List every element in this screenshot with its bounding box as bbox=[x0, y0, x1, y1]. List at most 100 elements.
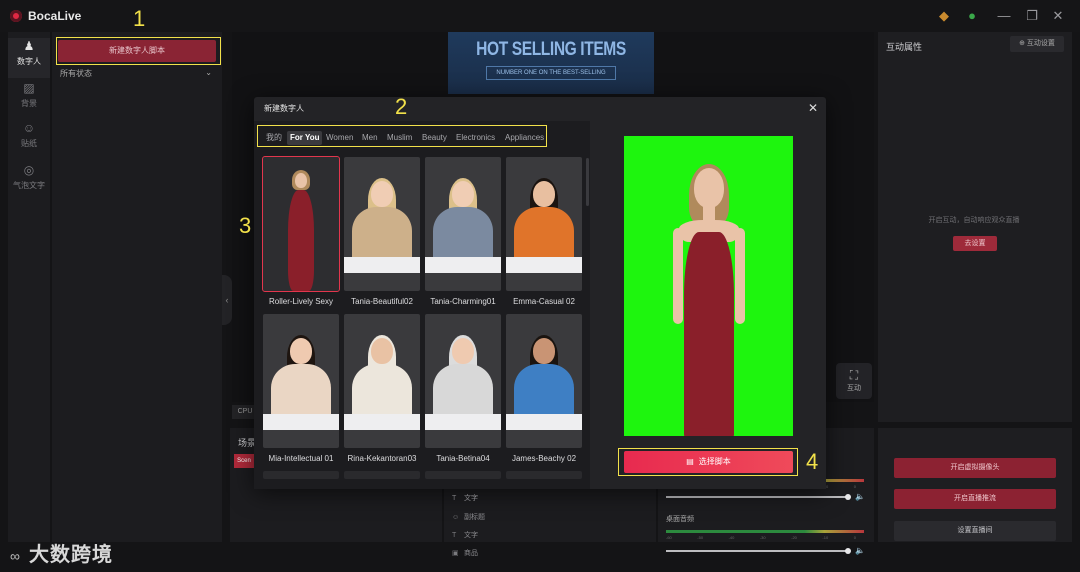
slider-knob[interactable] bbox=[845, 494, 851, 500]
avatar-head bbox=[371, 181, 393, 207]
logo-icon: ∞ bbox=[10, 548, 21, 564]
app-title: BocaLive bbox=[28, 9, 82, 23]
virtual-camera-button[interactable]: 开启虚拟摄像头 bbox=[894, 458, 1056, 478]
annotation-number-3: 3 bbox=[239, 213, 252, 238]
avatar-card[interactable] bbox=[425, 471, 501, 479]
interaction-button[interactable]: ⛶ 互动 bbox=[836, 363, 872, 399]
live-room-settings-button[interactable]: 设置直播间 bbox=[894, 521, 1056, 541]
avatar-desk bbox=[425, 257, 501, 273]
collapse-panel-handle[interactable]: ‹ bbox=[222, 275, 232, 325]
layer-item[interactable]: T 文字 bbox=[452, 530, 478, 540]
preview-dress bbox=[683, 232, 734, 436]
layer-item-label: 文字 bbox=[464, 495, 478, 502]
go-settings-button[interactable]: 去设置 bbox=[953, 236, 997, 251]
tab-for-you[interactable]: For You bbox=[287, 131, 323, 145]
status-filter-label: 所有状态 bbox=[60, 69, 92, 78]
layer-item[interactable]: ▣ 商品 bbox=[452, 548, 478, 558]
tab-electronics[interactable]: Electronics bbox=[453, 131, 498, 145]
avatar-card[interactable] bbox=[506, 157, 582, 291]
sticker-icon: ☺ bbox=[22, 121, 36, 135]
avatar-card[interactable] bbox=[263, 314, 339, 448]
avatar-card[interactable] bbox=[262, 156, 340, 292]
gem-icon[interactable]: ◆ bbox=[936, 8, 952, 24]
layer-item-label: 商品 bbox=[464, 550, 478, 557]
close-icon[interactable]: ✕ bbox=[806, 101, 820, 115]
avatar-card[interactable] bbox=[506, 314, 582, 448]
restore-icon[interactable]: ❐ bbox=[1024, 8, 1040, 24]
person-icon: ♟ bbox=[23, 39, 35, 53]
avatar-card[interactable] bbox=[344, 314, 420, 448]
avatar-desk bbox=[344, 257, 420, 273]
slider-knob[interactable] bbox=[845, 548, 851, 554]
desktop-volume-slider[interactable] bbox=[666, 548, 851, 554]
avatar-head bbox=[295, 173, 307, 188]
annotation-number-4: 4 bbox=[806, 449, 819, 474]
volume-slider[interactable] bbox=[666, 494, 851, 500]
avatar-desk bbox=[344, 414, 420, 430]
watermark-text: 大数跨境 bbox=[28, 544, 113, 566]
rail-item-1[interactable]: ▨ 背景 bbox=[8, 80, 50, 120]
avatar-name: Tania-Beautiful02 bbox=[351, 297, 413, 306]
close-icon[interactable]: ✕ bbox=[1050, 8, 1066, 24]
tab-men[interactable]: Men bbox=[359, 131, 381, 145]
tab-muslim[interactable]: Muslim bbox=[384, 131, 415, 145]
rail-item-label: 气泡文字 bbox=[13, 181, 45, 190]
expand-icon: ⛶ bbox=[849, 368, 859, 382]
status-filter-dropdown[interactable]: 所有状态 ⌄ bbox=[60, 68, 216, 82]
meter-tick: 0 bbox=[853, 484, 856, 489]
interaction-settings-label: 互动设置 bbox=[1026, 40, 1055, 47]
avatar-card[interactable] bbox=[344, 471, 420, 479]
banner-title: HOT SELLING ITEMS bbox=[476, 39, 626, 60]
bubble-icon: ◎ bbox=[23, 163, 35, 177]
minimize-icon[interactable]: — bbox=[996, 8, 1012, 24]
tab-appliances[interactable]: Appliances bbox=[502, 131, 547, 145]
scrollbar[interactable] bbox=[586, 158, 589, 206]
avatar-card[interactable] bbox=[425, 314, 501, 448]
preview-arm-right bbox=[734, 228, 745, 324]
layer-item[interactable]: ☺ 副标题 bbox=[452, 512, 485, 522]
volume-icon[interactable]: 🔈 bbox=[855, 492, 865, 501]
dialog-title: 新建数字人 bbox=[264, 104, 304, 113]
avatar-card[interactable] bbox=[425, 157, 501, 291]
rail-item-3[interactable]: ◎ 气泡文字 bbox=[8, 162, 50, 202]
avatar-head bbox=[452, 181, 474, 207]
start-stream-button[interactable]: 开启直播推流 bbox=[894, 489, 1056, 509]
volume-icon[interactable]: 🔈 bbox=[855, 546, 865, 555]
desktop-audio-meter bbox=[666, 530, 864, 533]
scene-chip[interactable]: Scen bbox=[234, 454, 254, 468]
avatar-desk bbox=[506, 257, 582, 273]
rail-item-2[interactable]: ☺ 贴纸 bbox=[8, 120, 50, 160]
avatar-desk bbox=[263, 414, 339, 430]
avatar-head bbox=[452, 338, 474, 364]
tab-我的[interactable]: 我的 bbox=[263, 131, 285, 145]
rail-item-0[interactable]: ♟ 数字人 bbox=[8, 38, 50, 78]
interaction-settings-button[interactable]: ⊕ 互动设置 bbox=[1010, 36, 1064, 52]
preview-arm-left bbox=[672, 228, 683, 324]
tab-beauty[interactable]: Beauty bbox=[419, 131, 450, 145]
annotation-number-1: 1 bbox=[133, 6, 146, 31]
meter-tick: 0 bbox=[853, 535, 856, 540]
avatar-card[interactable] bbox=[506, 471, 582, 479]
avatar-head bbox=[290, 338, 312, 364]
preview-head bbox=[693, 168, 724, 208]
promo-banner: HOT SELLING ITEMS NUMBER ONE ON THE BEST… bbox=[448, 32, 654, 94]
app-logo-icon bbox=[10, 10, 22, 22]
meter-ticks: -60 -50 -40 -30 -20 -10 0 bbox=[666, 535, 856, 540]
rail-item-label: 背景 bbox=[21, 99, 37, 108]
avatar-head bbox=[371, 338, 393, 364]
avatar-card[interactable] bbox=[344, 157, 420, 291]
meter-tick: -20 bbox=[791, 535, 797, 540]
layer-item[interactable]: T 文字 bbox=[452, 493, 478, 503]
text-icon: T bbox=[452, 495, 457, 502]
tab-women[interactable]: Women bbox=[323, 131, 356, 145]
avatar-name: Roller-Lively Sexy bbox=[268, 297, 334, 306]
meter-tick: -10 bbox=[822, 535, 829, 540]
meter-tick: -30 bbox=[759, 535, 766, 540]
avatar-name: Rina-Kekantoran03 bbox=[347, 454, 417, 463]
annotation-number-2: 2 bbox=[395, 94, 408, 119]
avatar-head bbox=[533, 181, 555, 207]
avatar-card[interactable] bbox=[263, 471, 339, 479]
annotation-box-4 bbox=[618, 448, 798, 476]
plus-circle-icon: ⊕ bbox=[1019, 40, 1027, 47]
shield-icon[interactable]: ● bbox=[964, 8, 980, 24]
